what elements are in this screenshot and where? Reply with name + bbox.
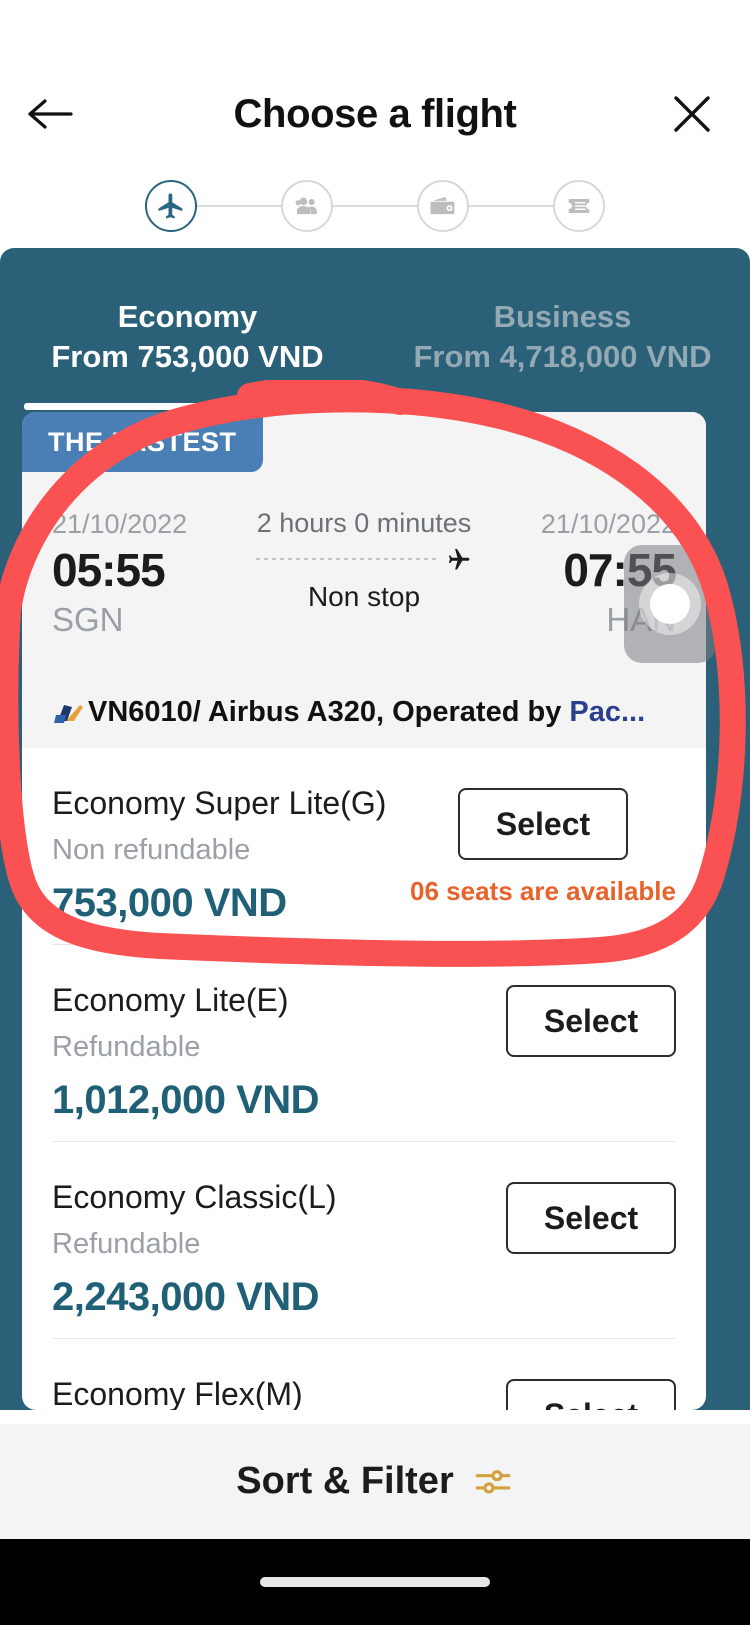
fare-refund-policy: Refundable [52, 1228, 201, 1261]
step-flight[interactable] [145, 180, 197, 232]
select-button[interactable]: Select [506, 985, 676, 1057]
select-button[interactable]: Select [506, 1379, 676, 1410]
airline-row[interactable]: VN6010/ Airbus A320, Operated by Pac... [52, 688, 676, 736]
fare-actions: Select [506, 979, 676, 1141]
step-ticket[interactable] [553, 180, 605, 232]
fare-details: Economy Lite(E) Refundable 1,012,000 VND [52, 979, 320, 1141]
fare-row[interactable]: Economy Lite(E) Refundable 1,012,000 VND… [22, 945, 706, 1141]
departure-time: 05:55 [52, 543, 166, 596]
departure-date: 21/10/2022 [52, 509, 188, 539]
fare-name: Economy Super Lite(G) [52, 785, 387, 821]
arrow-left-icon[interactable] [22, 84, 78, 144]
fare-details: Economy Classic(L) Refundable 2,243,000 … [52, 1176, 337, 1338]
home-indicator[interactable] [260, 1577, 490, 1587]
fare-row[interactable]: Economy Flex(M) Select [22, 1339, 706, 1410]
small-airplane-icon [444, 545, 472, 573]
ticket-icon [568, 199, 590, 213]
flight-route: 21/10/2022 05:55 SGN 2 hours 0 minutes N… [22, 508, 706, 668]
airline-flight-text: VN6010/ Airbus A320, Operated by Pac... [88, 695, 646, 728]
tab-active-underline [24, 403, 351, 410]
fare-list: Economy Super Lite(G) Non refundable 753… [22, 748, 706, 1410]
tab-business-price: From 4,718,000 VND [413, 339, 712, 374]
stepper-connector [331, 205, 419, 207]
stepper-connector [195, 205, 283, 207]
fare-actions: Select [506, 1176, 676, 1338]
tab-economy-price: From 753,000 VND [51, 339, 324, 374]
flight-card[interactable]: THE FASTEST 21/10/2022 05:55 SGN 2 hours… [22, 412, 706, 1410]
fare-name: Economy Lite(E) [52, 982, 289, 1018]
vietnam-airlines-lotus-icon [52, 697, 86, 727]
fare-refund-policy: Non refundable [52, 834, 251, 867]
dotted-line [256, 558, 440, 560]
flight-duration-block: 2 hours 0 minutes Non stop [239, 508, 489, 613]
arrival-date: 21/10/2022 [540, 509, 676, 539]
fare-refund-policy: Refundable [52, 1031, 201, 1064]
fastest-badge: THE FASTEST [22, 412, 263, 472]
page-title: Choose a flight [233, 91, 517, 136]
airplane-icon [158, 193, 183, 219]
fare-actions: Select 06 seats are available [410, 782, 676, 944]
select-button[interactable]: Select [458, 788, 628, 860]
step-passengers[interactable] [281, 180, 333, 232]
tab-business-label: Business [493, 299, 632, 334]
fare-name: Economy Classic(L) [52, 1179, 337, 1215]
touch-dot [650, 584, 690, 624]
fare-price: 1,012,000 VND [52, 1077, 320, 1122]
fare-row[interactable]: Economy Classic(L) Refundable 2,243,000 … [22, 1142, 706, 1338]
touch-indicator [624, 545, 716, 663]
select-button[interactable]: Select [506, 1182, 676, 1254]
passengers-icon [295, 197, 317, 215]
fare-name: Economy Flex(M) [52, 1376, 303, 1410]
touch-ring [639, 573, 701, 635]
sliders-icon [472, 1461, 514, 1503]
departure-airport-code: SGN [52, 601, 124, 639]
sort-filter-label: Sort & Filter [236, 1460, 454, 1502]
route-line [256, 545, 472, 573]
wallet-icon [430, 196, 455, 215]
flight-duration: 2 hours 0 minutes [256, 508, 472, 538]
fare-row[interactable]: Economy Super Lite(G) Non refundable 753… [22, 748, 706, 944]
fare-price: 2,243,000 VND [52, 1274, 320, 1319]
fare-details: Economy Flex(M) [52, 1373, 303, 1410]
flight-booking-screen: Choose a flight Economy From 753,000 VND… [0, 0, 750, 1625]
progress-stepper [145, 178, 605, 234]
tab-economy[interactable]: Economy From 753,000 VND [0, 272, 375, 410]
fare-class-tabs: Economy From 753,000 VND Business From 4… [0, 272, 750, 410]
step-payment[interactable] [417, 180, 469, 232]
fare-details: Economy Super Lite(G) Non refundable 753… [52, 782, 386, 944]
home-indicator-area [0, 1539, 750, 1625]
app-header: Choose a flight [0, 0, 750, 248]
fare-actions: Select [506, 1373, 676, 1410]
departure-block: 21/10/2022 05:55 SGN [52, 508, 187, 641]
seats-available-label: 06 seats are available [410, 876, 676, 906]
flight-info-section: THE FASTEST 21/10/2022 05:55 SGN 2 hours… [22, 412, 706, 748]
tab-business[interactable]: Business From 4,718,000 VND [375, 272, 750, 402]
close-icon[interactable] [664, 84, 720, 144]
fare-price: 753,000 VND [52, 880, 287, 925]
tab-economy-label: Economy [117, 299, 258, 334]
sort-filter-bar[interactable]: Sort & Filter [0, 1424, 750, 1539]
stepper-connector [467, 205, 555, 207]
nav-row: Choose a flight [0, 84, 750, 154]
stops-label: Non stop [307, 581, 421, 612]
